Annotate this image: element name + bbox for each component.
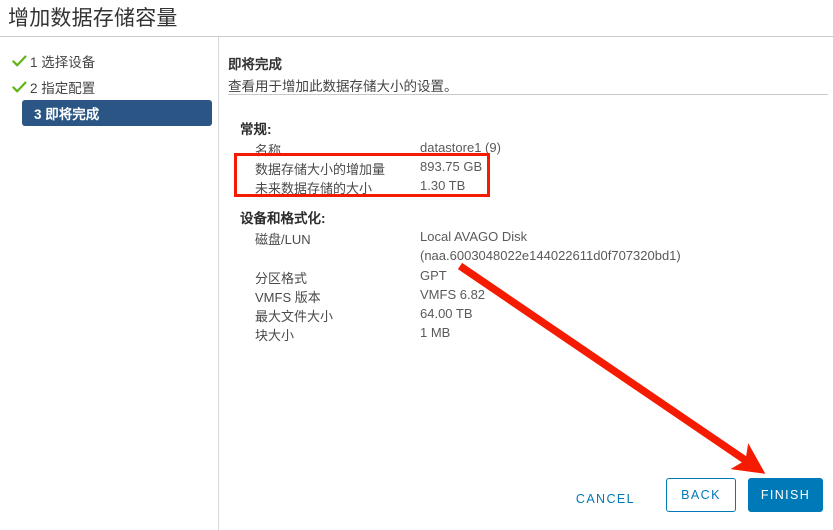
finish-button[interactable]: FINISH (748, 478, 823, 512)
check-icon (8, 81, 30, 94)
row-value: 64.00 TB (420, 306, 473, 321)
content-subheading: 查看用于增加此数据存储大小的设置。 (228, 79, 458, 94)
row-label: 名称 (255, 143, 282, 158)
summary-row-vmfs-version: VMFS 版本 VMFS 6.82 (255, 287, 775, 306)
sidebar-item-specify-configuration[interactable]: 2 指定配置 (0, 74, 219, 100)
row-label: 未来数据存储的大小 (255, 181, 373, 196)
sidebar-item-label: 3 即将完成 (34, 107, 100, 122)
wizard-content-pane: 即将完成 查看用于增加此数据存储大小的设置。 常规: 名称 datastore1… (219, 37, 833, 530)
cancel-button[interactable]: CANCEL (568, 484, 643, 514)
row-value: 1 MB (420, 325, 451, 340)
summary-row-size-increase: 数据存储大小的增加量 893.75 GB (255, 159, 775, 178)
summary-row-name: 名称 datastore1 (9) (255, 140, 775, 159)
row-value: VMFS 6.82 (420, 287, 486, 302)
check-icon (8, 55, 30, 68)
section-title-general: 常规: (240, 122, 272, 137)
summary-row-disk-lun: 磁盘/LUN Local AVAGO Disk (255, 229, 775, 248)
wizard-step-sidebar: 1 选择设备 2 指定配置 3 即将完成 (0, 37, 219, 530)
row-value: 1.30 TB (420, 178, 466, 193)
row-value: Local AVAGO Disk (420, 229, 528, 244)
summary-row-partition-format: 分区格式 GPT (255, 268, 775, 287)
section-title-device-and-format: 设备和格式化: (240, 211, 326, 226)
back-button[interactable]: BACK (666, 478, 736, 512)
sidebar-item-label: 1 选择设备 (30, 55, 96, 70)
content-heading: 即将完成 (228, 57, 282, 72)
row-label: VMFS 版本 (255, 290, 321, 305)
wizard-footer: CANCEL BACK FINISH (0, 470, 833, 530)
content-divider (228, 94, 828, 95)
summary-row-disk-naa: (naa.6003048022e144022611d0f707320bd1) (255, 248, 775, 267)
row-label: 块大小 (255, 328, 295, 343)
row-label: 最大文件大小 (255, 309, 334, 324)
row-label: 磁盘/LUN (255, 232, 311, 247)
row-label: 数据存储大小的增加量 (255, 162, 386, 177)
page-title: 增加数据存储容量 (8, 7, 178, 30)
row-value: datastore1 (9) (420, 140, 501, 155)
summary-row-future-size: 未来数据存储的大小 1.30 TB (255, 178, 775, 197)
sidebar-item-label: 2 指定配置 (30, 81, 96, 96)
summary-row-block-size: 块大小 1 MB (255, 325, 775, 344)
sidebar-item-ready-to-complete[interactable]: 3 即将完成 (22, 100, 212, 126)
row-value: (naa.6003048022e144022611d0f707320bd1) (420, 248, 681, 263)
row-value: 893.75 GB (420, 159, 483, 174)
summary-row-max-file-size: 最大文件大小 64.00 TB (255, 306, 775, 325)
sidebar-item-select-device[interactable]: 1 选择设备 (0, 48, 219, 74)
row-label: 分区格式 (255, 271, 308, 286)
wizard-header: 增加数据存储容量 (0, 0, 833, 37)
row-value: GPT (420, 268, 447, 283)
